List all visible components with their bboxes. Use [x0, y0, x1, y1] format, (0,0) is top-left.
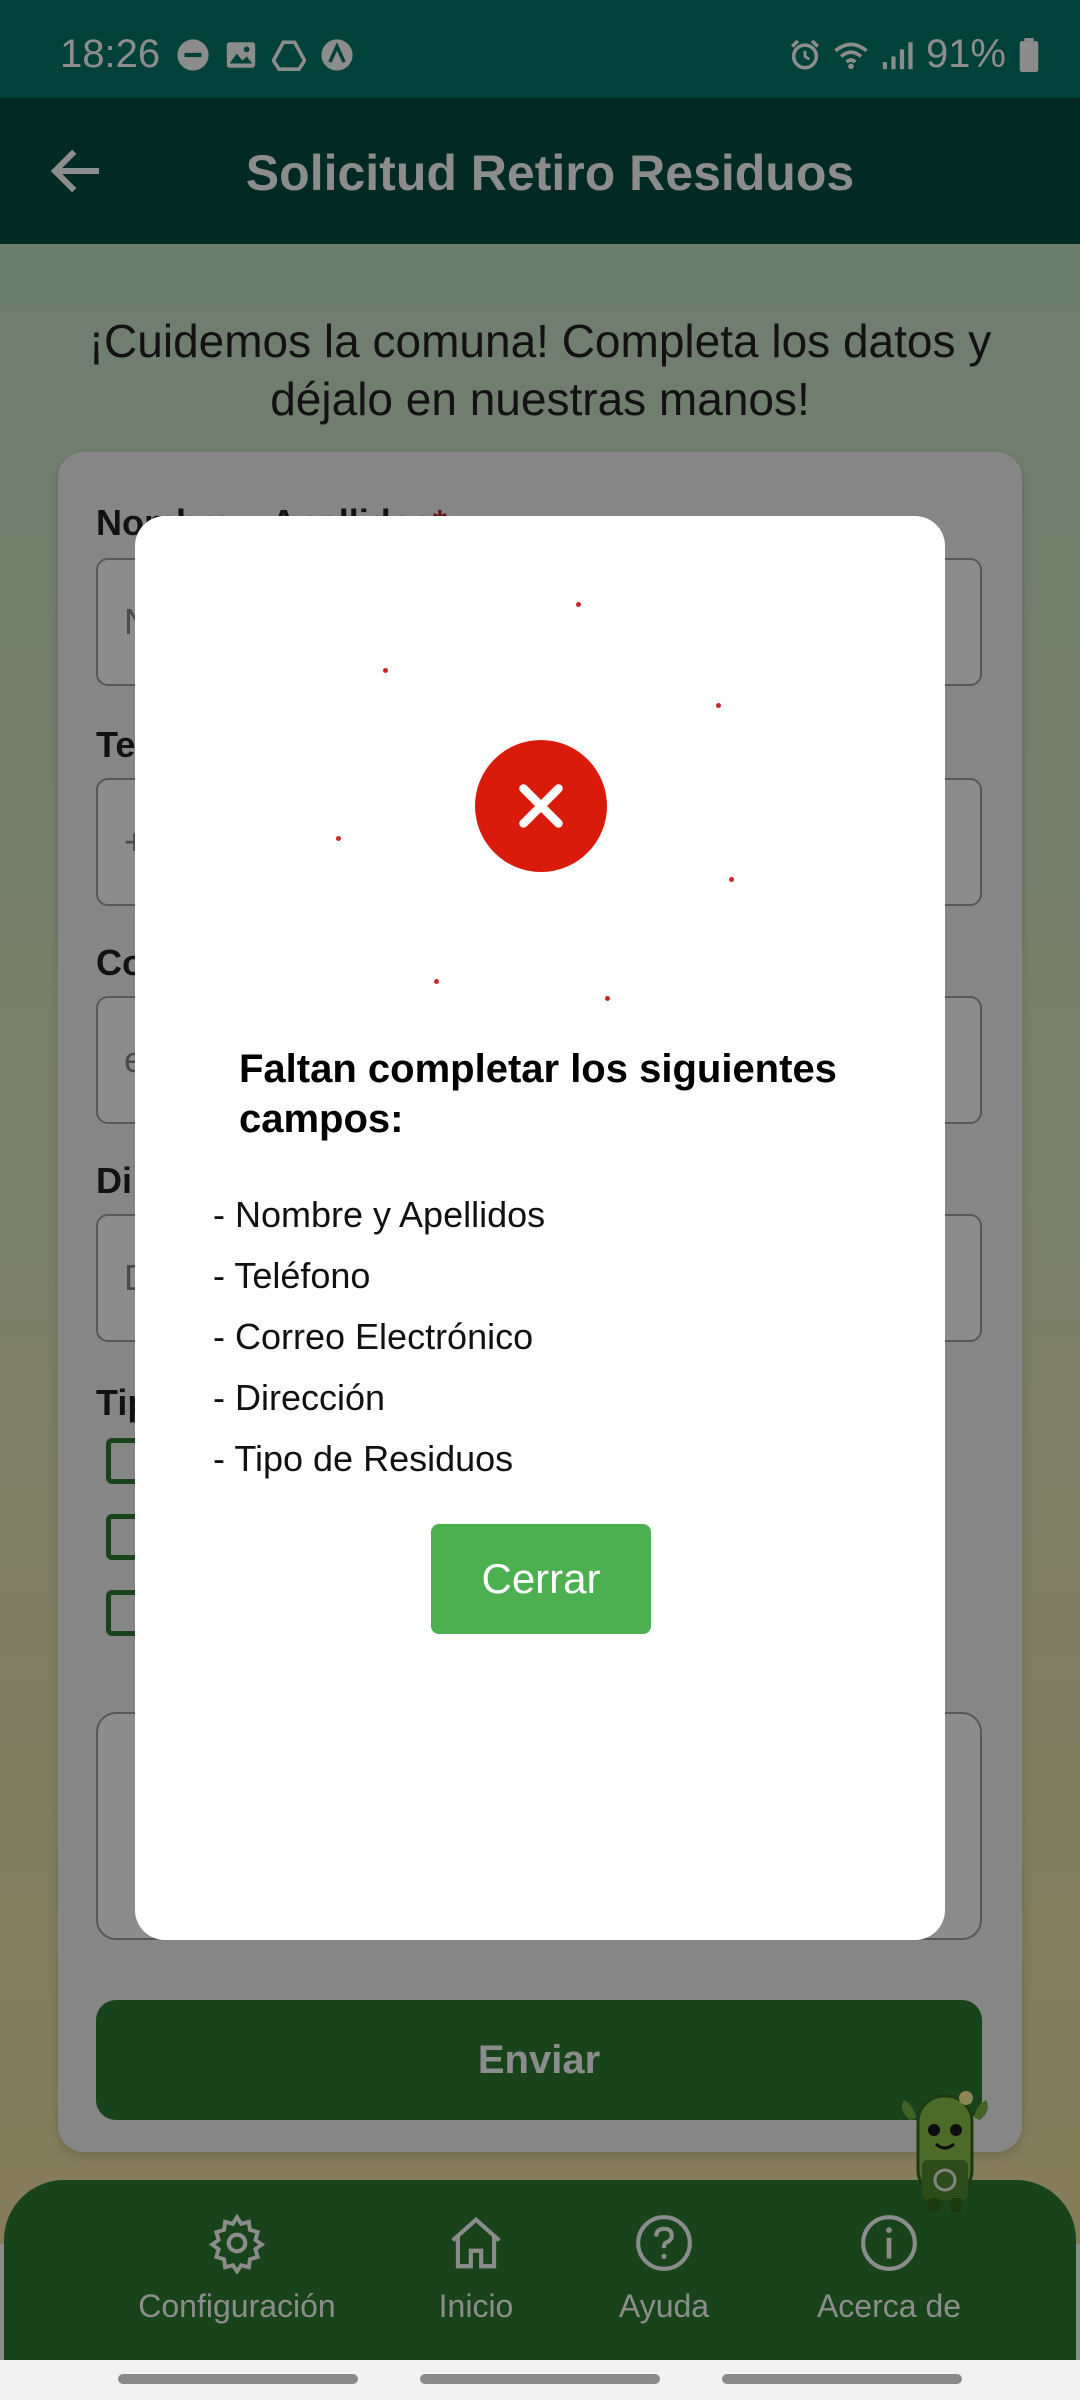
error-x-icon	[475, 740, 607, 872]
confetti-dot	[716, 703, 721, 708]
list-item: - Teléfono	[213, 1255, 371, 1296]
gesture-bar	[0, 2360, 1080, 2400]
confetti-dot	[729, 877, 734, 882]
list-item: - Tipo de Residuos	[213, 1438, 514, 1479]
confetti-dot	[434, 979, 439, 984]
list-item: - Dirección	[213, 1377, 386, 1418]
missing-fields-list: - Nombre y Apellidos - Teléfono - Correo…	[213, 1184, 545, 1489]
confetti-dot	[336, 836, 341, 841]
list-item: - Correo Electrónico	[213, 1316, 534, 1357]
error-dialog: Faltan completar los siguientes campos: …	[135, 516, 945, 1940]
gesture-handle[interactable]	[722, 2374, 962, 2384]
gesture-handle[interactable]	[420, 2374, 660, 2384]
close-button[interactable]: Cerrar	[431, 1524, 651, 1634]
dialog-title: Faltan completar los siguientes campos:	[239, 1047, 837, 1141]
list-item: - Nombre y Apellidos	[213, 1194, 546, 1235]
confetti-dot	[605, 996, 610, 1001]
confetti-dot	[576, 602, 581, 607]
close-x-icon	[519, 784, 563, 828]
gesture-handle[interactable]	[118, 2374, 358, 2384]
confetti-dot	[383, 668, 388, 673]
